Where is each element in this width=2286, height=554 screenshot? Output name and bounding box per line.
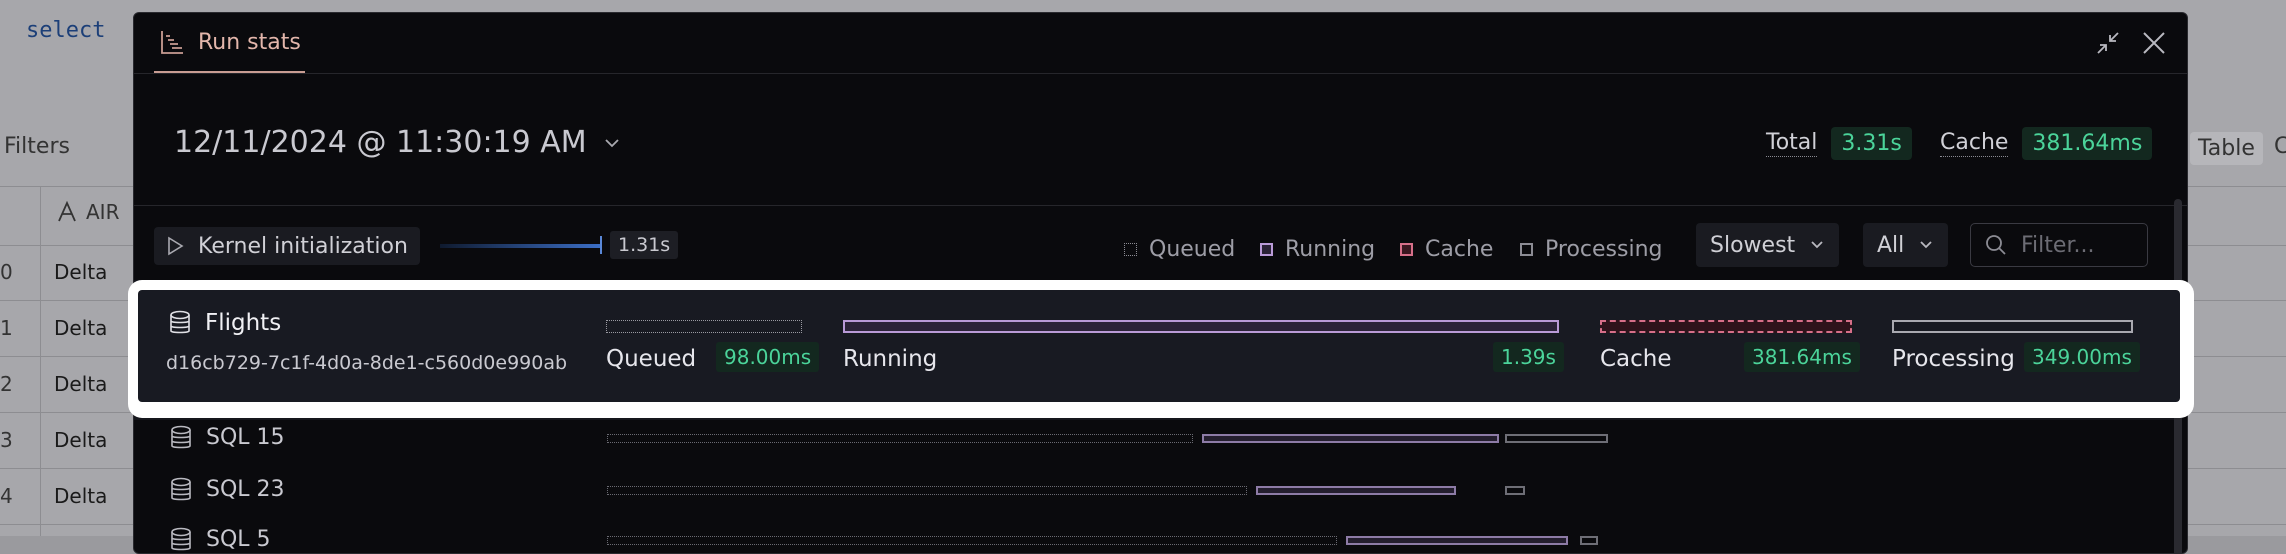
total-stat: Total 3.31s [1766, 127, 1912, 160]
total-value: 3.31s [1831, 127, 1912, 160]
code-editor-text: select [26, 18, 106, 43]
cell-row-sql15[interactable]: SQL 15 [134, 417, 2174, 463]
cache-segment [1600, 320, 1852, 333]
running-swatch [1260, 243, 1273, 256]
cell-name: SQL 23 [206, 477, 285, 502]
running-value: 1.39s [1493, 342, 1564, 372]
column-header-label: AIR [86, 200, 120, 224]
cache-value: 381.64ms [1744, 342, 1860, 372]
running-segment [1346, 536, 1568, 545]
processing-swatch [1520, 243, 1533, 256]
queued-segment [607, 536, 1337, 545]
collapse-button[interactable] [2092, 27, 2124, 59]
chevron-down-icon [1920, 241, 1932, 249]
running-segment [1256, 486, 1456, 495]
database-icon [170, 310, 190, 334]
filter-type-dropdown[interactable]: All [1863, 223, 1949, 267]
close-button[interactable] [2138, 27, 2170, 59]
toolbar-cut-text: C [2274, 134, 2286, 159]
kernel-time: 1.31s [610, 231, 679, 259]
processing-label: Processing [1892, 346, 2015, 372]
database-icon [171, 425, 191, 449]
selected-row[interactable]: Flights d16cb729-7c1f-4d0a-8de1-c560d0e9… [138, 290, 2180, 402]
filter-field[interactable] [1970, 223, 2148, 267]
text-column-icon [58, 201, 76, 222]
modal-tab-bar: Run stats [134, 13, 2187, 74]
filter-type-value: All [1877, 232, 1905, 258]
legend-cache-label: Cache [1425, 237, 1494, 262]
processing-segment [1580, 536, 1598, 545]
cell-row-sql23[interactable]: SQL 23 [134, 469, 2174, 515]
queued-segment [607, 486, 1247, 495]
database-icon [171, 477, 191, 501]
cell-name: SQL 15 [206, 425, 285, 450]
chevron-down-icon [605, 138, 619, 147]
run-selector[interactable]: 12/11/2024 @ 11:30:19 AM [174, 125, 621, 160]
running-label: Running [843, 346, 938, 372]
run-stats-toolbar: Kernel initialization 1.31s Queued Runni… [134, 223, 2187, 279]
cache-label: Cache [1600, 346, 1672, 372]
legend-processing: Processing [1520, 237, 1662, 262]
close-icon [2143, 32, 2165, 54]
running-segment [843, 320, 1559, 333]
kernel-timeline-bar [440, 244, 602, 248]
filter-input[interactable] [2019, 231, 2133, 259]
total-label[interactable]: Total [1766, 130, 1818, 157]
processing-segment [1505, 434, 1608, 443]
legend-queued: Queued [1124, 237, 1235, 262]
cache-label[interactable]: Cache [1940, 130, 2009, 157]
collapse-icon [2097, 32, 2119, 54]
database-icon [171, 527, 191, 551]
legend-running: Running [1260, 237, 1375, 262]
run-datetime: 12/11/2024 @ 11:30:19 AM [174, 125, 587, 160]
run-header: 12/11/2024 @ 11:30:19 AM Total 3.31s Cac… [134, 75, 2187, 206]
queued-label: Queued [606, 346, 697, 372]
kernel-timeline-end [600, 236, 602, 254]
legend-queued-label: Queued [1149, 237, 1236, 262]
cell-row-sql5[interactable]: SQL 5 [134, 519, 2174, 553]
kernel-initialization-button[interactable]: Kernel initialization [154, 227, 420, 265]
queued-segment [607, 434, 1193, 443]
cell-name: SQL 5 [206, 527, 271, 552]
kernel-label: Kernel initialization [198, 233, 408, 259]
running-segment [1202, 434, 1499, 443]
processing-segment [1892, 320, 2133, 333]
selected-row-highlight[interactable]: Flights d16cb729-7c1f-4d0a-8de1-c560d0e9… [128, 280, 2194, 418]
legend-running-label: Running [1285, 237, 1376, 262]
column-header: AIR [56, 200, 119, 224]
table-view-button: Table [2190, 132, 2263, 165]
legend-cache: Cache [1400, 237, 1493, 262]
filters-label: Filters [4, 134, 70, 159]
cache-stat: Cache 381.64ms [1940, 127, 2153, 160]
queued-segment [606, 320, 802, 333]
cell-name: Flights [205, 310, 282, 336]
cell-id: d16cb729-7c1f-4d0a-8de1-c560d0e990ab [166, 352, 568, 374]
sort-dropdown[interactable]: Slowest [1696, 223, 1840, 267]
chevron-down-icon [1811, 241, 1823, 249]
queued-value: 98.00ms [716, 342, 820, 372]
legend-processing-label: Processing [1545, 237, 1663, 262]
queued-swatch [1124, 243, 1137, 256]
bar-chart-icon [161, 31, 183, 54]
sort-value: Slowest [1710, 232, 1796, 258]
processing-value: 349.00ms [2024, 342, 2140, 372]
tab-label: Run stats [198, 29, 301, 55]
play-icon [168, 236, 184, 256]
cache-swatch [1400, 243, 1413, 256]
cache-value: 381.64ms [2022, 127, 2153, 160]
processing-segment [1505, 486, 1525, 495]
search-icon [1986, 235, 2006, 255]
tab-run-stats[interactable]: Run stats [154, 13, 305, 73]
